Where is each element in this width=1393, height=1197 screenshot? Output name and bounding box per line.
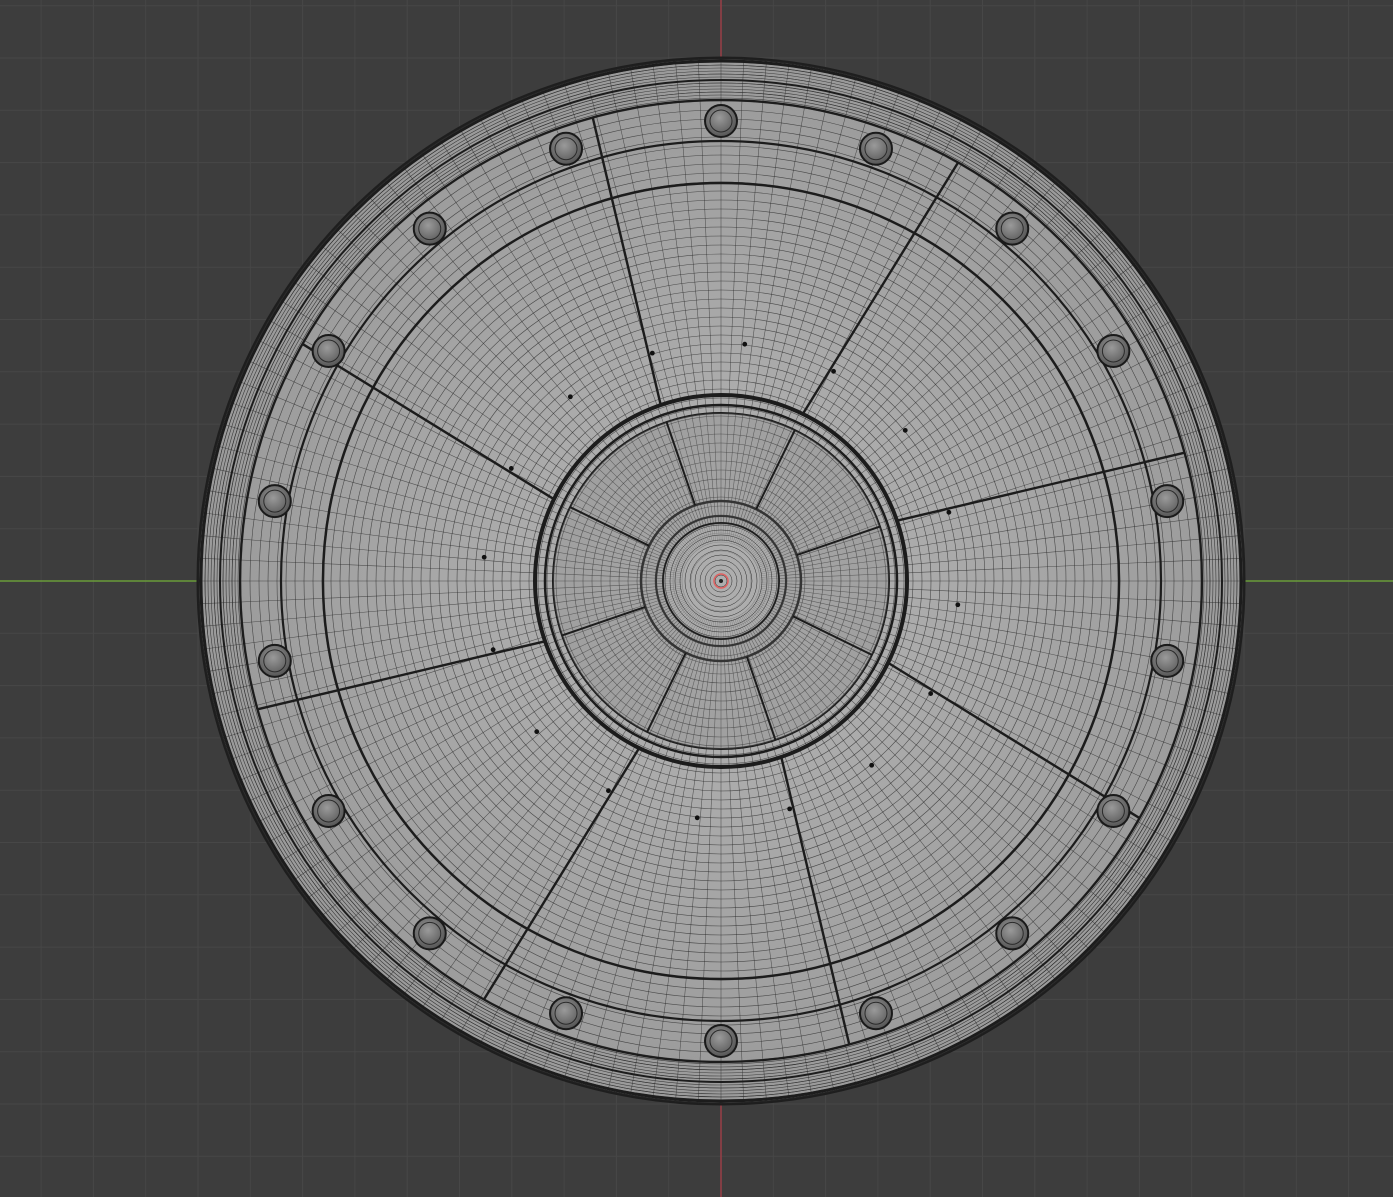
bolt [549, 996, 584, 1031]
origin-dot [719, 579, 723, 583]
bolt [257, 643, 292, 678]
bolt [704, 104, 738, 138]
rivet [490, 647, 496, 653]
rivet [742, 341, 748, 347]
bolt [311, 794, 346, 828]
rivet [606, 788, 611, 794]
rivet [508, 466, 514, 471]
rivet [567, 394, 573, 400]
rivet [649, 350, 655, 356]
rivet [534, 729, 540, 735]
bolt [995, 211, 1030, 246]
rivet [694, 815, 700, 821]
bolt [995, 916, 1030, 951]
bolt [257, 484, 292, 519]
bolt [1150, 643, 1185, 678]
bolt [858, 131, 893, 166]
bolt [412, 916, 447, 951]
bolt [412, 211, 447, 246]
rivet [831, 368, 836, 374]
bolt [549, 131, 584, 166]
rivet [955, 602, 961, 608]
3d-viewport[interactable] [0, 0, 1393, 1197]
rivet [481, 554, 487, 560]
viewport-scene [0, 0, 1393, 1197]
bolt [1096, 794, 1131, 828]
rivet [869, 762, 875, 768]
bolt [1096, 334, 1131, 368]
bolt [1150, 484, 1185, 519]
bolt [311, 334, 346, 368]
rivet [928, 691, 934, 696]
bolt [858, 996, 893, 1031]
rivet [787, 806, 793, 812]
rivet [902, 427, 908, 433]
rivet [946, 509, 952, 515]
bolt [704, 1024, 738, 1058]
